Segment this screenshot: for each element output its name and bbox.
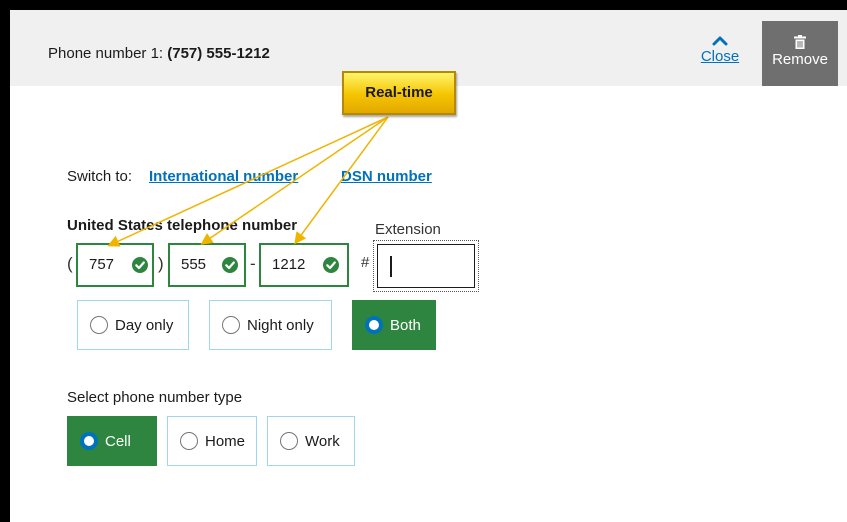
radio-work[interactable]: Work xyxy=(267,416,355,466)
real-time-callout: Real-time xyxy=(342,71,456,115)
radio-home-label: Home xyxy=(205,433,246,450)
radio-home[interactable]: Home xyxy=(167,416,257,466)
hash-symbol: # xyxy=(361,254,370,271)
check-circle-icon xyxy=(323,257,339,273)
close-paren: ) xyxy=(158,254,164,273)
radio-cell-label: Cell xyxy=(105,433,131,450)
phone-number-panel: Phone number 1: (757) 555-1212 Close Rem… xyxy=(10,10,847,522)
extension-label: Extension xyxy=(375,221,441,238)
international-number-link[interactable]: International number xyxy=(149,168,298,185)
header-phone-value: (757) 555-1212 xyxy=(167,45,270,62)
phone-type-label: Select phone number type xyxy=(67,389,243,406)
radio-circle-icon xyxy=(222,316,240,334)
dsn-number-link[interactable]: DSN number xyxy=(341,168,432,185)
close-button[interactable]: Close xyxy=(700,32,740,76)
close-label: Close xyxy=(700,48,740,65)
radio-both-label: Both xyxy=(390,317,421,334)
remove-button[interactable]: Remove xyxy=(762,21,838,86)
header-title: Phone number 1: (757) 555-1212 xyxy=(48,45,270,62)
radio-cell[interactable]: Cell xyxy=(67,416,157,466)
radio-day-only[interactable]: Day only xyxy=(77,300,189,350)
prefix-value: 555 xyxy=(181,256,207,273)
radio-selected-icon xyxy=(80,432,98,450)
area-code-input[interactable]: 757 xyxy=(76,243,154,287)
area-code-value: 757 xyxy=(89,256,115,273)
trash-icon xyxy=(794,35,806,49)
extension-input[interactable] xyxy=(377,244,475,288)
radio-day-only-label: Day only xyxy=(115,317,174,334)
radio-both[interactable]: Both xyxy=(352,300,436,350)
chevron-up-icon xyxy=(712,36,728,46)
line-number-input[interactable]: 1212 xyxy=(259,243,349,287)
dash-separator: - xyxy=(250,254,256,273)
radio-circle-icon xyxy=(180,432,198,450)
header-title-prefix: Phone number 1: xyxy=(48,45,168,62)
radio-work-label: Work xyxy=(305,433,340,450)
radio-selected-icon xyxy=(365,316,383,334)
check-circle-icon xyxy=(222,257,238,273)
line-number-value: 1212 xyxy=(272,256,306,273)
us-phone-section-label: United States telephone number xyxy=(67,217,298,234)
open-paren: ( xyxy=(67,254,73,273)
switch-to-label: Switch to: xyxy=(67,168,133,185)
check-circle-icon xyxy=(132,257,148,273)
radio-circle-icon xyxy=(90,316,108,334)
prefix-input[interactable]: 555 xyxy=(168,243,246,287)
radio-circle-icon xyxy=(280,432,298,450)
remove-label: Remove xyxy=(772,51,828,68)
radio-night-only[interactable]: Night only xyxy=(209,300,332,350)
text-caret xyxy=(390,256,392,277)
radio-night-only-label: Night only xyxy=(247,317,314,334)
